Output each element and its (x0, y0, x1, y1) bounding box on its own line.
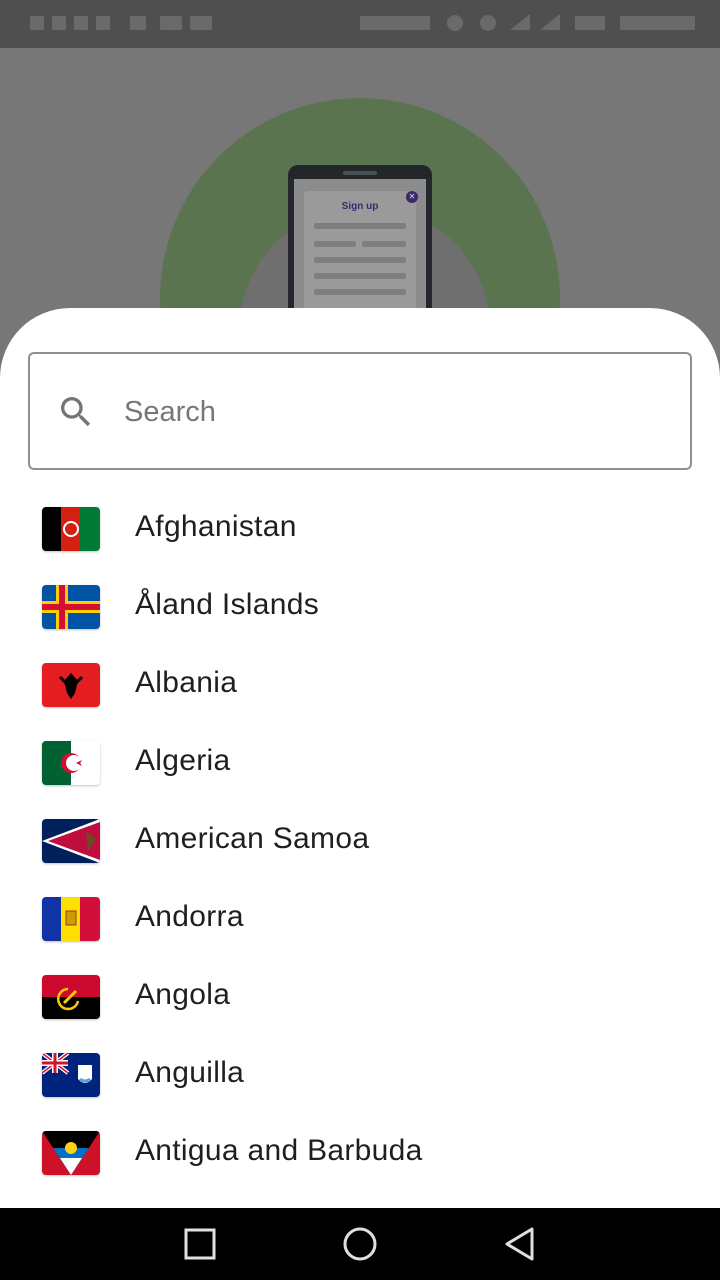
country-picker-sheet: Afghanistan Åland Islands Albania Algeri… (0, 308, 720, 1208)
country-name: Åland Islands (135, 588, 320, 621)
illustration-field (314, 223, 406, 229)
country-item-anguilla[interactable]: Anguilla (0, 1036, 720, 1114)
country-name: Anguilla (135, 1056, 245, 1089)
home-icon[interactable] (340, 1224, 380, 1264)
illustration-field (314, 241, 356, 247)
flag-ao-icon (42, 975, 100, 1019)
search-field[interactable] (28, 352, 692, 470)
phone-speaker (343, 171, 377, 175)
navigation-bar (0, 1208, 720, 1280)
country-list[interactable]: Afghanistan Åland Islands Albania Algeri… (0, 490, 720, 1192)
country-item-angola[interactable]: Angola (0, 958, 720, 1036)
signup-card-illustration: ✕ Sign up (304, 191, 418, 325)
illustration-field (314, 273, 406, 279)
country-item-afghanistan[interactable]: Afghanistan (0, 490, 720, 568)
country-name: Angola (135, 978, 231, 1011)
flag-ai-icon (42, 1053, 100, 1097)
country-item-albania[interactable]: Albania (0, 646, 720, 724)
country-item-andorra[interactable]: Andorra (0, 880, 720, 958)
country-name: Afghanistan (135, 510, 297, 543)
illustration-field (314, 289, 406, 295)
flag-al-icon (42, 663, 100, 707)
status-bar (0, 0, 720, 48)
search-input[interactable] (124, 382, 664, 442)
phone-screen: ✕ Sign up (294, 179, 426, 325)
flag-ag-icon (42, 1131, 100, 1175)
country-name: Andorra (135, 900, 244, 933)
phone-illustration: ✕ Sign up (288, 165, 432, 325)
country-name: Albania (135, 666, 238, 699)
country-item-american-samoa[interactable]: American Samoa (0, 802, 720, 880)
flag-as-icon (42, 819, 100, 863)
search-icon (61, 397, 91, 427)
signup-title: Sign up (341, 201, 379, 212)
country-item-algeria[interactable]: Algeria (0, 724, 720, 802)
country-item-aland-islands[interactable]: Åland Islands (0, 568, 720, 646)
back-icon[interactable] (500, 1224, 540, 1264)
country-name: Antigua and Barbuda (135, 1134, 423, 1167)
status-system-icons (360, 12, 700, 34)
illustration-field (362, 241, 406, 247)
country-name: American Samoa (135, 822, 370, 855)
country-item-antigua-and-barbuda[interactable]: Antigua and Barbuda (0, 1114, 720, 1192)
recent-apps-icon[interactable] (180, 1224, 220, 1264)
flag-ax-icon (42, 585, 100, 629)
flag-dz-icon (42, 741, 100, 785)
country-name: Algeria (135, 744, 231, 777)
flag-ad-icon (42, 897, 100, 941)
status-notification-icons (30, 12, 220, 34)
flag-af-icon (42, 507, 100, 551)
illustration-field (314, 257, 406, 263)
